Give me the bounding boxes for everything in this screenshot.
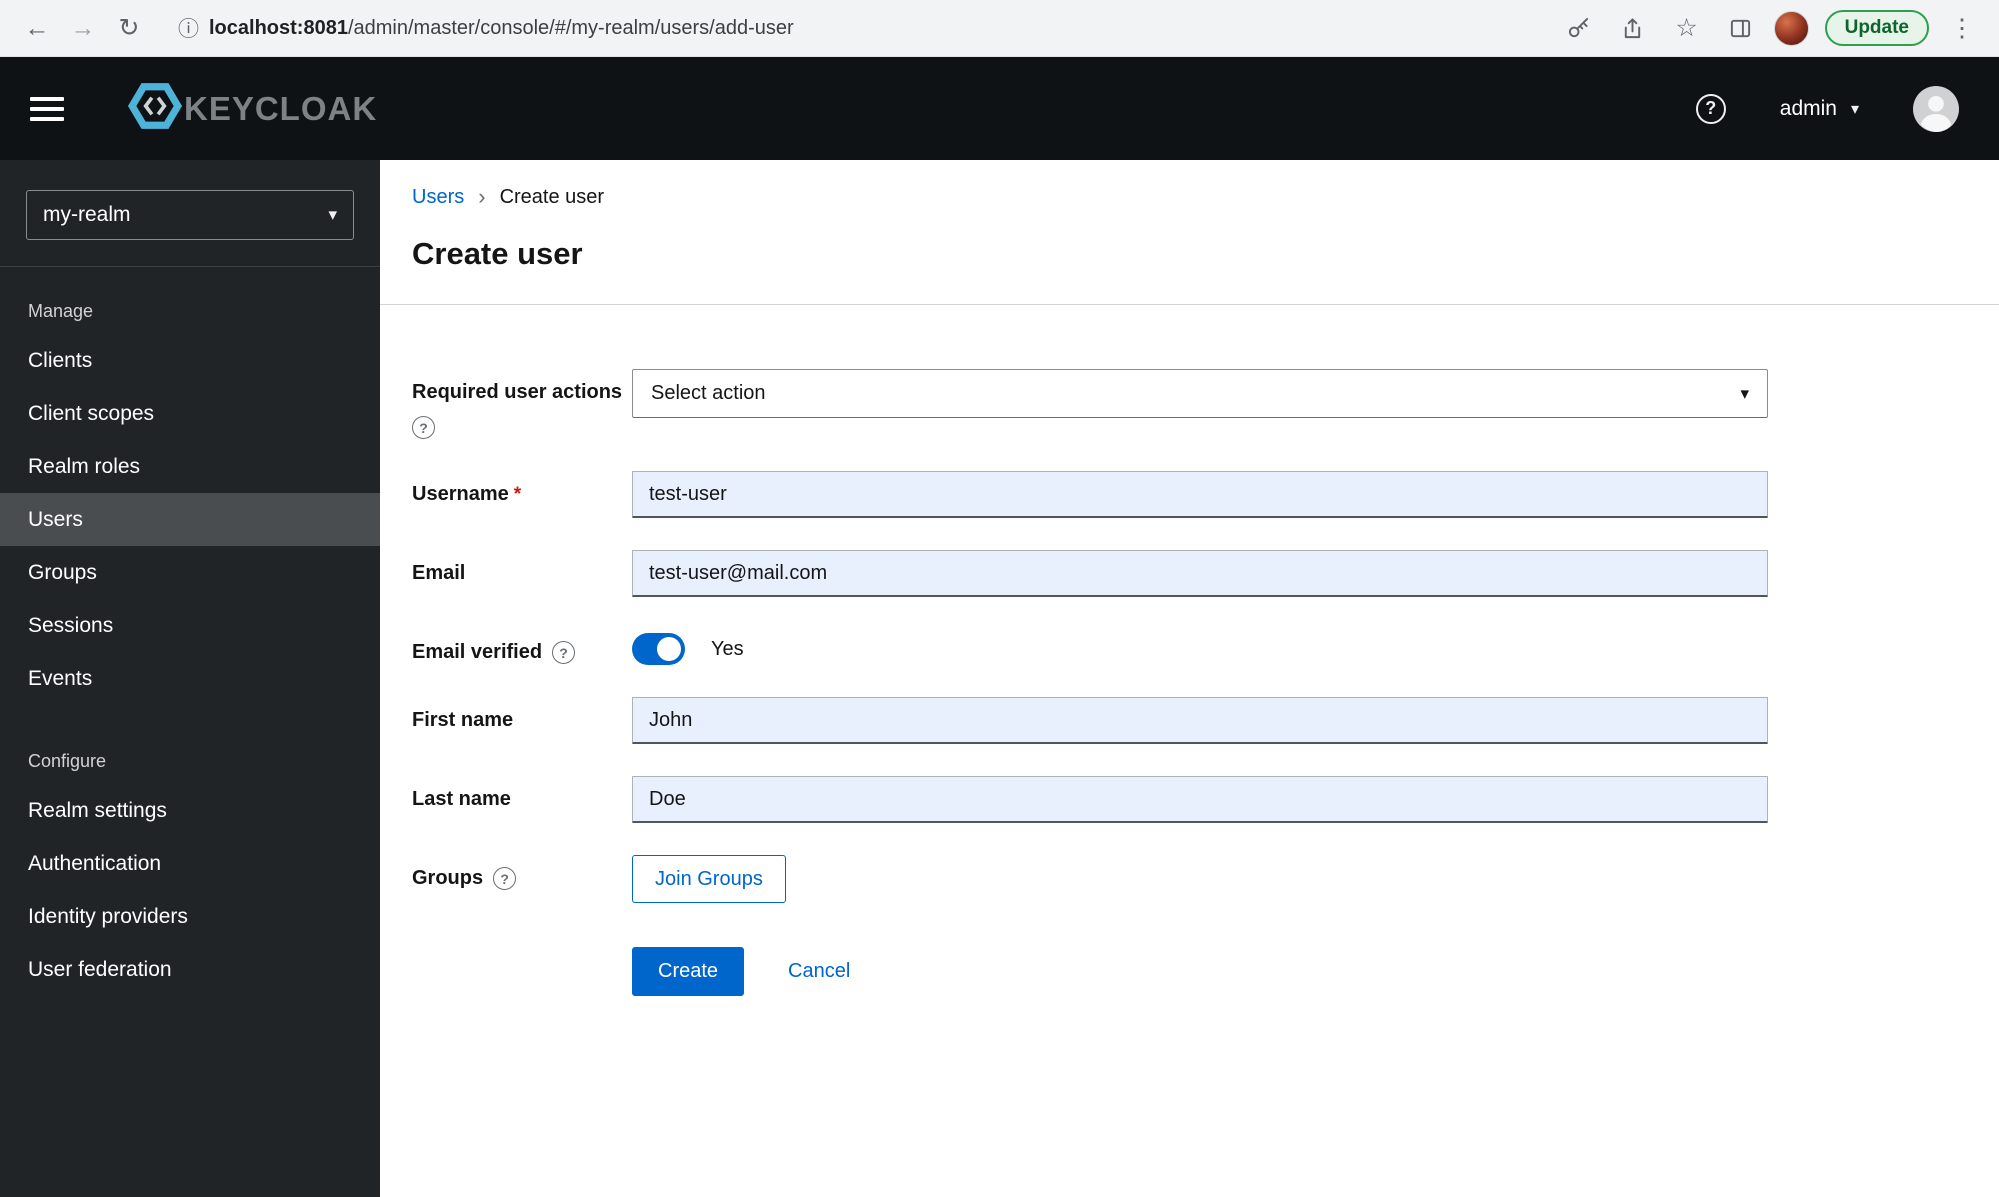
main-content: Users › Create user Create user Required… (380, 160, 1999, 1197)
browser-toolbar: ← → ↻ ⓘ localhost:8081/admin/master/cons… (0, 0, 1999, 57)
sidebar-item-sessions[interactable]: Sessions (0, 599, 380, 652)
keycloak-logo[interactable]: KEYCLOAK (128, 82, 377, 135)
form-actions: Create Cancel (632, 947, 1999, 996)
username-label-block: Username * (412, 471, 632, 518)
password-key-icon[interactable] (1558, 7, 1600, 49)
sidebar-item-identity-providers[interactable]: Identity providers (0, 890, 380, 943)
address-bar[interactable]: ⓘ localhost:8081/admin/master/console/#/… (164, 7, 1544, 49)
join-groups-button[interactable]: Join Groups (632, 855, 786, 903)
browser-menu-icon[interactable]: ⋮ (1941, 7, 1983, 49)
username-field[interactable] (632, 471, 1768, 518)
nav-toggle-hamburger-icon[interactable] (30, 96, 64, 121)
email-verified-label: Email verified (412, 641, 543, 663)
form-row-first-name: First name (412, 697, 1999, 744)
groups-help-icon[interactable]: ? (493, 867, 517, 890)
sidebar-item-users[interactable]: Users (0, 493, 380, 546)
required-actions-help-icon[interactable]: ? (412, 416, 435, 439)
user-menu-label: admin (1779, 96, 1837, 120)
url-path: /admin/master/console/#/my-realm/users/a… (347, 16, 794, 39)
required-actions-select[interactable]: Select action ▾ (632, 369, 1768, 418)
nav-section-configure: Configure (28, 751, 107, 771)
site-info-icon[interactable]: ⓘ (178, 13, 199, 43)
groups-label-block: Groups ? (412, 855, 632, 903)
browser-profile-avatar[interactable] (1773, 10, 1809, 46)
nav-section-manage: Manage (28, 301, 94, 321)
last-name-label: Last name (412, 788, 511, 810)
sidebar-item-realm-roles[interactable]: Realm roles (0, 440, 380, 493)
user-menu-dropdown[interactable]: admin ▾ (1780, 97, 1859, 121)
sidebar-item-user-federation[interactable]: User federation (0, 943, 380, 996)
chevron-down-icon: ▾ (1740, 383, 1749, 403)
breadcrumb-users-link[interactable]: Users (412, 186, 464, 209)
url-host: localhost:8081 (209, 16, 348, 39)
first-name-label: First name (412, 709, 514, 731)
breadcrumb-separator-icon: › (478, 184, 486, 209)
back-icon[interactable]: ← (16, 7, 58, 49)
email-verified-label-block: Email verified ? (412, 629, 632, 665)
breadcrumb: Users › Create user (412, 184, 1967, 210)
reload-icon[interactable]: ↻ (108, 7, 150, 49)
breadcrumb-current: Create user (499, 185, 605, 208)
username-label: Username (412, 483, 509, 505)
bookmark-star-icon[interactable]: ☆ (1666, 7, 1708, 49)
required-asterisk: * (513, 484, 522, 505)
url-text: localhost:8081/admin/master/console/#/my… (209, 17, 794, 40)
first-name-field[interactable] (632, 697, 1768, 744)
brand-wordmark: KEYCLOAK (184, 89, 378, 127)
chevron-down-icon: ▾ (1850, 100, 1859, 118)
email-verified-help-icon[interactable]: ? (552, 641, 576, 664)
sidebar-item-clients[interactable]: Clients (0, 334, 380, 387)
form-row-email-verified: Email verified ? Yes (412, 629, 1999, 665)
sidebar-item-client-scopes[interactable]: Client scopes (0, 387, 380, 440)
realm-selector-label: my-realm (43, 203, 131, 226)
form-row-last-name: Last name (412, 776, 1999, 823)
sidebar-item-events[interactable]: Events (0, 652, 380, 705)
chevron-down-icon: ▾ (328, 205, 337, 224)
keycloak-logo-icon (128, 82, 182, 135)
required-actions-label: Required user actions (412, 381, 623, 403)
page-title: Create user (412, 236, 583, 271)
cancel-link[interactable]: Cancel (788, 960, 850, 983)
form-row-groups: Groups ? Join Groups (412, 855, 1999, 903)
sidebar-item-authentication[interactable]: Authentication (0, 837, 380, 890)
create-user-form: Required user actions ? Select action ▾ … (380, 305, 1999, 996)
email-label: Email (412, 562, 466, 584)
form-row-email: Email (412, 550, 1999, 597)
email-verified-state: Yes (711, 637, 744, 660)
last-name-field[interactable] (632, 776, 1768, 823)
side-panel-icon[interactable] (1720, 7, 1762, 49)
create-button[interactable]: Create (632, 947, 745, 996)
required-actions-select-value: Select action (651, 382, 766, 404)
sidebar-item-groups[interactable]: Groups (0, 546, 380, 599)
form-row-username: Username * (412, 471, 1999, 518)
share-icon[interactable] (1612, 7, 1654, 49)
forward-icon[interactable]: → (62, 7, 104, 49)
email-verified-toggle[interactable] (632, 633, 685, 665)
sidebar-item-realm-settings[interactable]: Realm settings (0, 784, 380, 837)
email-field[interactable] (632, 550, 1768, 597)
chrome-update-button[interactable]: Update (1824, 10, 1929, 46)
toggle-knob (657, 637, 681, 661)
required-actions-label-block: Required user actions ? (412, 369, 632, 439)
user-avatar[interactable] (1913, 85, 1959, 132)
sidebar-nav: my-realm ▾ Manage Clients Client scopes … (0, 160, 380, 1197)
realm-selector-dropdown[interactable]: my-realm ▾ (26, 190, 354, 240)
form-row-required-actions: Required user actions ? Select action ▾ (412, 369, 1999, 439)
help-icon[interactable]: ? (1695, 93, 1726, 124)
groups-label: Groups (412, 867, 484, 889)
app-masthead: KEYCLOAK ? admin ▾ (0, 57, 1999, 160)
